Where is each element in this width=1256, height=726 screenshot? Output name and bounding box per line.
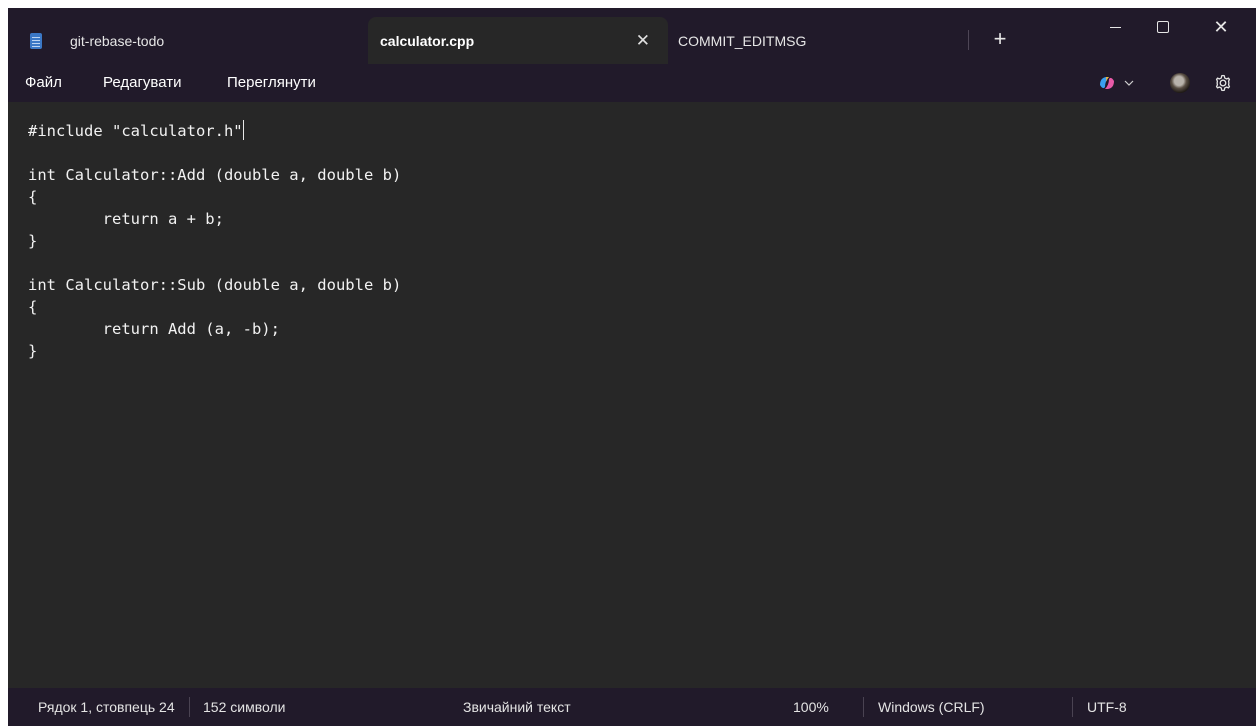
code-line: } <box>28 342 38 360</box>
code-line: return Add (a, -b); <box>28 320 280 338</box>
tab-commit-editmsg[interactable]: COMMIT_EDITMSG <box>678 17 958 64</box>
close-icon[interactable]: ✕ <box>636 31 650 51</box>
status-divider <box>1072 697 1073 717</box>
tab-calculator-cpp[interactable]: calculator.cpp ✕ <box>368 17 668 64</box>
status-zoom[interactable]: 100% <box>793 688 829 726</box>
menu-edit[interactable]: Редагувати <box>103 64 182 102</box>
tab-label: calculator.cpp <box>380 32 475 49</box>
code-area[interactable]: #include "calculator.h" int Calculator::… <box>28 120 401 362</box>
tab-bar: git-rebase-todo calculator.cpp ✕ COMMIT_… <box>8 8 1256 64</box>
plus-icon[interactable]: + <box>984 23 1016 55</box>
code-line: { <box>28 188 38 206</box>
code-line: return a + b; <box>28 210 224 228</box>
status-encoding[interactable]: UTF-8 <box>1087 688 1127 726</box>
copilot-icon[interactable] <box>1098 75 1116 91</box>
menu-bar: Файл Редагувати Переглянути <box>8 64 1256 102</box>
text-editor[interactable]: #include "calculator.h" int Calculator::… <box>8 102 1256 688</box>
avatar[interactable] <box>1170 73 1190 93</box>
status-char-count: 152 символи <box>203 699 286 715</box>
status-cursor-position[interactable]: Рядок 1, стовпець 24 <box>38 688 175 726</box>
window-close-icon[interactable]: ✕ <box>1198 8 1244 46</box>
code-line: int Calculator::Sub (double a, double b) <box>28 276 402 294</box>
tab-git-rebase-todo[interactable]: git-rebase-todo <box>8 17 368 64</box>
notepad-icon <box>30 32 42 49</box>
status-line-endings[interactable]: Windows (CRLF) <box>878 688 985 726</box>
status-divider <box>189 697 190 717</box>
tab-divider <box>968 30 969 50</box>
tab-label: git-rebase-todo <box>70 32 165 49</box>
code-line: { <box>28 298 38 316</box>
menu-view[interactable]: Переглянути <box>227 64 316 102</box>
status-format[interactable]: Звичайний текст <box>463 688 571 726</box>
status-bar: Рядок 1, стовпець 24 152 символи Звичайн… <box>8 688 1256 726</box>
code-line: int Calculator::Add (double a, double b) <box>28 166 402 184</box>
code-line: } <box>28 232 38 250</box>
code-line: #include "calculator.h" <box>28 122 243 140</box>
status-divider <box>863 697 864 717</box>
menu-file[interactable]: Файл <box>25 64 62 102</box>
text-caret <box>242 120 244 140</box>
minimize-icon[interactable] <box>1092 8 1138 46</box>
notepad-window: git-rebase-todo calculator.cpp ✕ COMMIT_… <box>8 8 1256 726</box>
tab-label: COMMIT_EDITMSG <box>678 32 807 49</box>
gear-icon[interactable] <box>1213 73 1233 93</box>
chevron-down-icon[interactable] <box>1124 79 1134 87</box>
maximize-icon[interactable] <box>1140 8 1186 46</box>
